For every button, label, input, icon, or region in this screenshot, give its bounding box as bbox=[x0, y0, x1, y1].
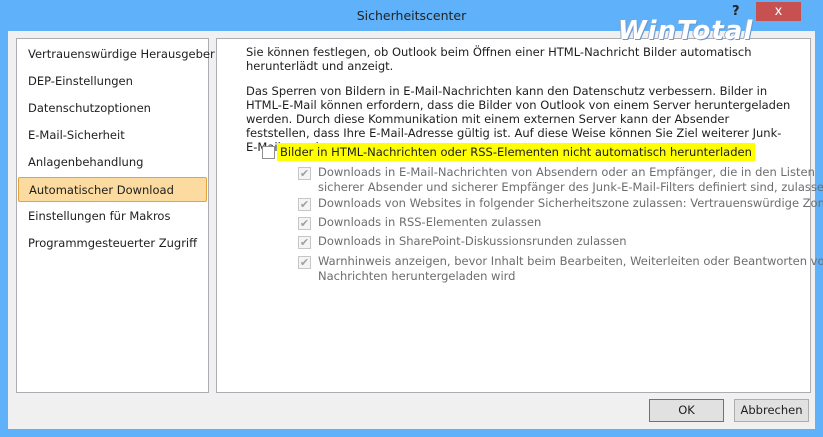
label-line: Downloads in E-Mail-Nachrichten von Abse… bbox=[318, 165, 815, 179]
sidebar-item-macros[interactable]: Einstellungen für Makros bbox=[18, 204, 207, 229]
intro-text: Sie können festlegen, ob Outlook beim Öf… bbox=[246, 45, 752, 73]
sidebar-item-email-security[interactable]: E-Mail-Sicherheit bbox=[18, 123, 207, 148]
allow-rss-checkbox[interactable]: ✔ bbox=[298, 217, 311, 230]
allow-sharepoint-checkbox[interactable]: ✔ bbox=[298, 236, 311, 249]
block-images-label[interactable]: Bilder in HTML-Nachrichten oder RSS-Elem… bbox=[277, 143, 755, 161]
allow-safe-senders-checkbox[interactable]: ✔ bbox=[298, 167, 311, 180]
warn-before-download-checkbox[interactable]: ✔ bbox=[298, 256, 311, 269]
sidebar-item-programmatic-access[interactable]: Programmgesteuerter Zugriff bbox=[18, 231, 207, 256]
allow-trusted-zone-label: Downloads von Websites in folgender Sich… bbox=[318, 196, 823, 210]
sidebar-item-attachments[interactable]: Anlagenbehandlung bbox=[18, 150, 207, 175]
warn-before-download-label: Warnhinweis anzeigen, bevor Inhalt beim … bbox=[318, 254, 823, 284]
sidebar: Vertrauenswürdige Herausgeber DEP-Einste… bbox=[16, 38, 215, 393]
sidebar-item-auto-download[interactable]: Automatischer Download bbox=[18, 177, 207, 202]
allow-sharepoint-label: Downloads in SharePoint-Diskussionsrunde… bbox=[318, 234, 627, 248]
ok-button[interactable]: OK bbox=[649, 399, 724, 422]
sidebar-item-privacy[interactable]: Datenschutzoptionen bbox=[18, 96, 207, 121]
label-line: Warnhinweis anzeigen, bevor Inhalt beim … bbox=[318, 254, 823, 268]
cancel-button[interactable]: Abbrechen bbox=[734, 399, 809, 422]
label-line: Nachrichten heruntergeladen wird bbox=[318, 269, 516, 283]
label-line: sicherer Absender und sicherer Empfänger… bbox=[318, 180, 823, 194]
allow-safe-senders-label: Downloads in E-Mail-Nachrichten von Abse… bbox=[318, 165, 823, 195]
sidebar-item-dep[interactable]: DEP-Einstellungen bbox=[18, 69, 207, 94]
close-button[interactable]: x bbox=[756, 2, 801, 21]
allow-rss-label: Downloads in RSS-Elementen zulassen bbox=[318, 215, 542, 229]
sidebar-item-trusted-publishers[interactable]: Vertrauenswürdige Herausgeber bbox=[18, 42, 215, 67]
allow-trusted-zone-checkbox[interactable]: ✔ bbox=[298, 198, 311, 211]
block-images-checkbox[interactable] bbox=[262, 146, 275, 159]
watermark-logo: WinTotal bbox=[618, 16, 754, 46]
